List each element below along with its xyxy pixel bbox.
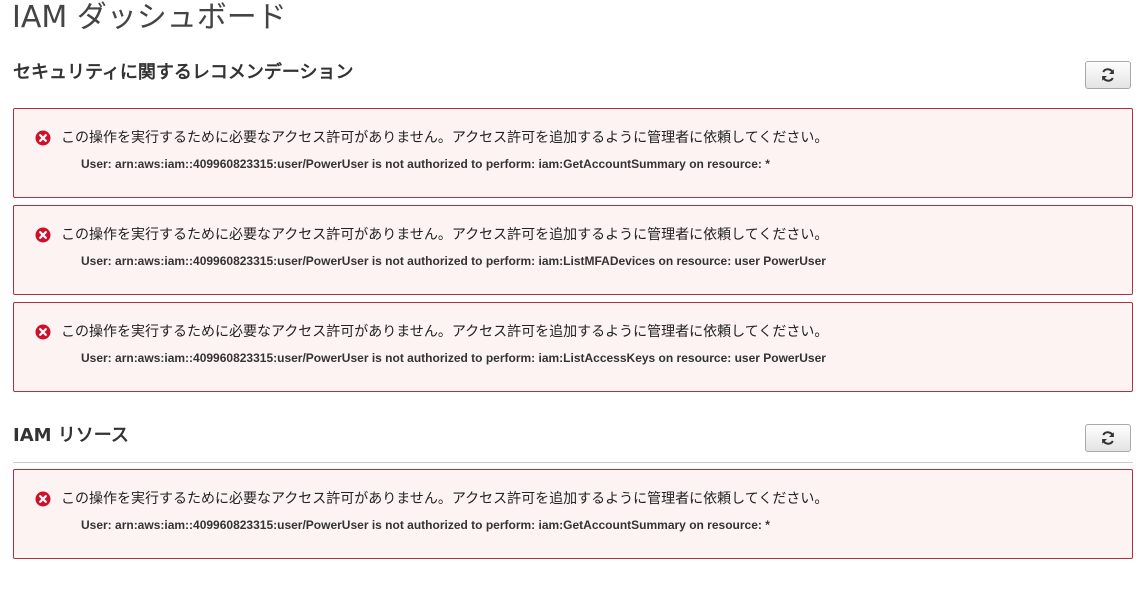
- refresh-button-security[interactable]: [1085, 61, 1131, 89]
- error-alert: この操作を実行するために必要なアクセス許可がありません。アクセス許可を追加するよ…: [13, 205, 1133, 295]
- section-title-iam-resources: IAM リソース: [13, 425, 129, 446]
- alert-message: この操作を実行するために必要なアクセス許可がありません。アクセス許可を追加するよ…: [61, 227, 829, 243]
- alert-message: この操作を実行するために必要なアクセス許可がありません。アクセス許可を追加するよ…: [61, 324, 829, 340]
- error-icon: [35, 491, 51, 507]
- alert-detail: User: arn:aws:iam::409960823315:user/Pow…: [81, 254, 826, 268]
- section-divider: [13, 462, 1133, 463]
- error-alert: この操作を実行するために必要なアクセス許可がありません。アクセス許可を追加するよ…: [13, 302, 1133, 392]
- alert-message: この操作を実行するために必要なアクセス許可がありません。アクセス許可を追加するよ…: [61, 491, 829, 507]
- refresh-icon: [1102, 68, 1114, 82]
- error-alert: この操作を実行するために必要なアクセス許可がありません。アクセス許可を追加するよ…: [13, 108, 1133, 198]
- page-title: IAM ダッシュボード: [12, 0, 287, 35]
- alert-detail: User: arn:aws:iam::409960823315:user/Pow…: [81, 351, 826, 365]
- alert-message: この操作を実行するために必要なアクセス許可がありません。アクセス許可を追加するよ…: [61, 130, 829, 146]
- error-icon: [35, 130, 51, 146]
- error-alert: この操作を実行するために必要なアクセス許可がありません。アクセス許可を追加するよ…: [13, 469, 1133, 559]
- section-title-security-recommendations: セキュリティに関するレコメンデーション: [13, 62, 354, 83]
- error-icon: [35, 227, 51, 243]
- error-icon: [35, 324, 51, 340]
- alert-detail: User: arn:aws:iam::409960823315:user/Pow…: [81, 518, 770, 532]
- refresh-button-resources[interactable]: [1085, 424, 1131, 452]
- alert-detail: User: arn:aws:iam::409960823315:user/Pow…: [81, 157, 770, 171]
- refresh-icon: [1102, 431, 1114, 445]
